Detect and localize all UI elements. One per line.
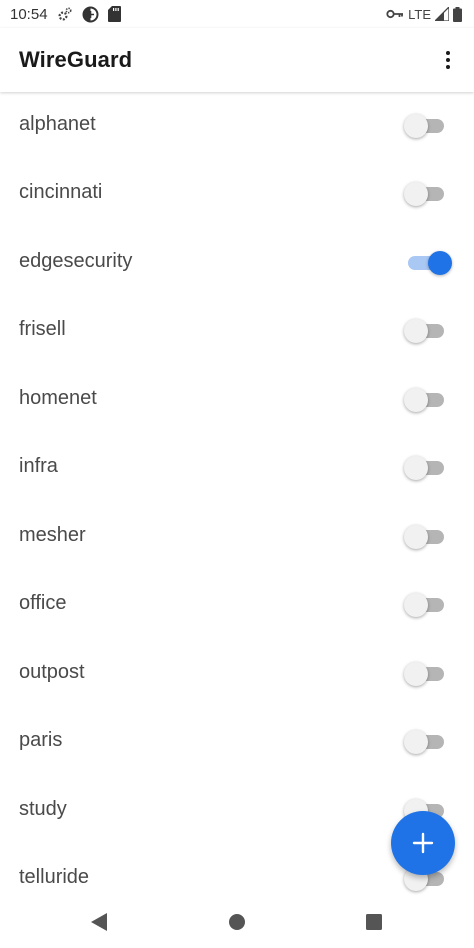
tunnel-name: cincinnati bbox=[19, 181, 103, 203]
switch-thumb bbox=[404, 525, 428, 549]
tunnel-toggle-switch[interactable] bbox=[404, 525, 448, 549]
tunnel-toggle-switch[interactable] bbox=[404, 593, 448, 617]
battery-icon bbox=[453, 6, 462, 22]
tunnel-row[interactable]: homenet bbox=[0, 366, 474, 434]
navigation-bar bbox=[0, 896, 474, 948]
tunnel-row[interactable]: paris bbox=[0, 708, 474, 776]
tunnel-row[interactable]: cincinnati bbox=[0, 160, 474, 228]
tunnel-list[interactable]: alphanet cincinnati edgesecurity frisell… bbox=[0, 92, 474, 900]
signal-icon bbox=[435, 7, 449, 21]
tunnel-name: paris bbox=[19, 729, 63, 751]
tunnel-name: office bbox=[19, 592, 67, 614]
more-vert-icon[interactable] bbox=[436, 46, 460, 74]
switch-thumb bbox=[404, 388, 428, 412]
status-time: 10:54 bbox=[10, 5, 48, 23]
app-bar: WireGuard bbox=[0, 28, 474, 92]
home-icon[interactable] bbox=[223, 908, 251, 936]
switch-thumb bbox=[404, 730, 428, 754]
screen: 10:54 LTE WireGuard alphanet cincinnati … bbox=[0, 0, 474, 948]
tunnel-toggle-switch[interactable] bbox=[404, 182, 448, 206]
more-dot bbox=[446, 51, 450, 55]
network-type-label: LTE bbox=[408, 6, 431, 22]
tunnel-toggle-switch[interactable] bbox=[404, 730, 448, 754]
switch-thumb bbox=[404, 456, 428, 480]
status-right: LTE bbox=[386, 6, 462, 22]
tunnel-toggle-switch[interactable] bbox=[404, 456, 448, 480]
tunnel-row[interactable]: frisell bbox=[0, 297, 474, 365]
switch-thumb bbox=[404, 319, 428, 343]
switch-thumb bbox=[404, 182, 428, 206]
switch-thumb bbox=[428, 251, 452, 275]
tunnel-toggle-switch[interactable] bbox=[404, 319, 448, 343]
tunnel-name: infra bbox=[19, 455, 58, 477]
status-left: 10:54 bbox=[10, 6, 121, 23]
back-icon[interactable] bbox=[85, 908, 113, 936]
tunnel-name: frisell bbox=[19, 318, 66, 340]
tunnel-name: study bbox=[19, 798, 67, 820]
switch-thumb bbox=[404, 593, 428, 617]
tunnel-name: alphanet bbox=[19, 113, 96, 135]
tunnel-name: mesher bbox=[19, 524, 86, 546]
switch-thumb bbox=[404, 114, 428, 138]
status-bar: 10:54 LTE bbox=[0, 0, 474, 28]
tunnel-name: homenet bbox=[19, 387, 97, 409]
vpn-key-icon bbox=[386, 8, 404, 20]
tunnel-row[interactable]: infra bbox=[0, 434, 474, 502]
tunnel-row[interactable]: mesher bbox=[0, 503, 474, 571]
app-title: WireGuard bbox=[19, 47, 133, 72]
tunnel-name: edgesecurity bbox=[19, 250, 133, 272]
data-saver-icon bbox=[82, 6, 99, 23]
more-dot bbox=[446, 58, 450, 62]
switch-thumb bbox=[404, 662, 428, 686]
tunnel-row[interactable]: alphanet bbox=[0, 92, 474, 160]
add-icon bbox=[412, 832, 434, 854]
sd-card-icon bbox=[107, 6, 121, 22]
tunnel-toggle-switch[interactable] bbox=[404, 388, 448, 412]
gear-icon bbox=[57, 6, 73, 22]
tunnel-row[interactable]: outpost bbox=[0, 640, 474, 708]
tunnel-name: outpost bbox=[19, 661, 85, 683]
recents-icon[interactable] bbox=[360, 908, 388, 936]
add-tunnel-button[interactable] bbox=[391, 811, 455, 875]
tunnel-row[interactable]: office bbox=[0, 571, 474, 639]
more-dot bbox=[446, 65, 450, 69]
tunnel-toggle-switch[interactable] bbox=[404, 251, 452, 275]
tunnel-name: telluride bbox=[19, 866, 90, 888]
tunnel-toggle-switch[interactable] bbox=[404, 662, 448, 686]
tunnel-row[interactable]: edgesecurity bbox=[0, 229, 474, 297]
tunnel-toggle-switch[interactable] bbox=[404, 114, 448, 138]
